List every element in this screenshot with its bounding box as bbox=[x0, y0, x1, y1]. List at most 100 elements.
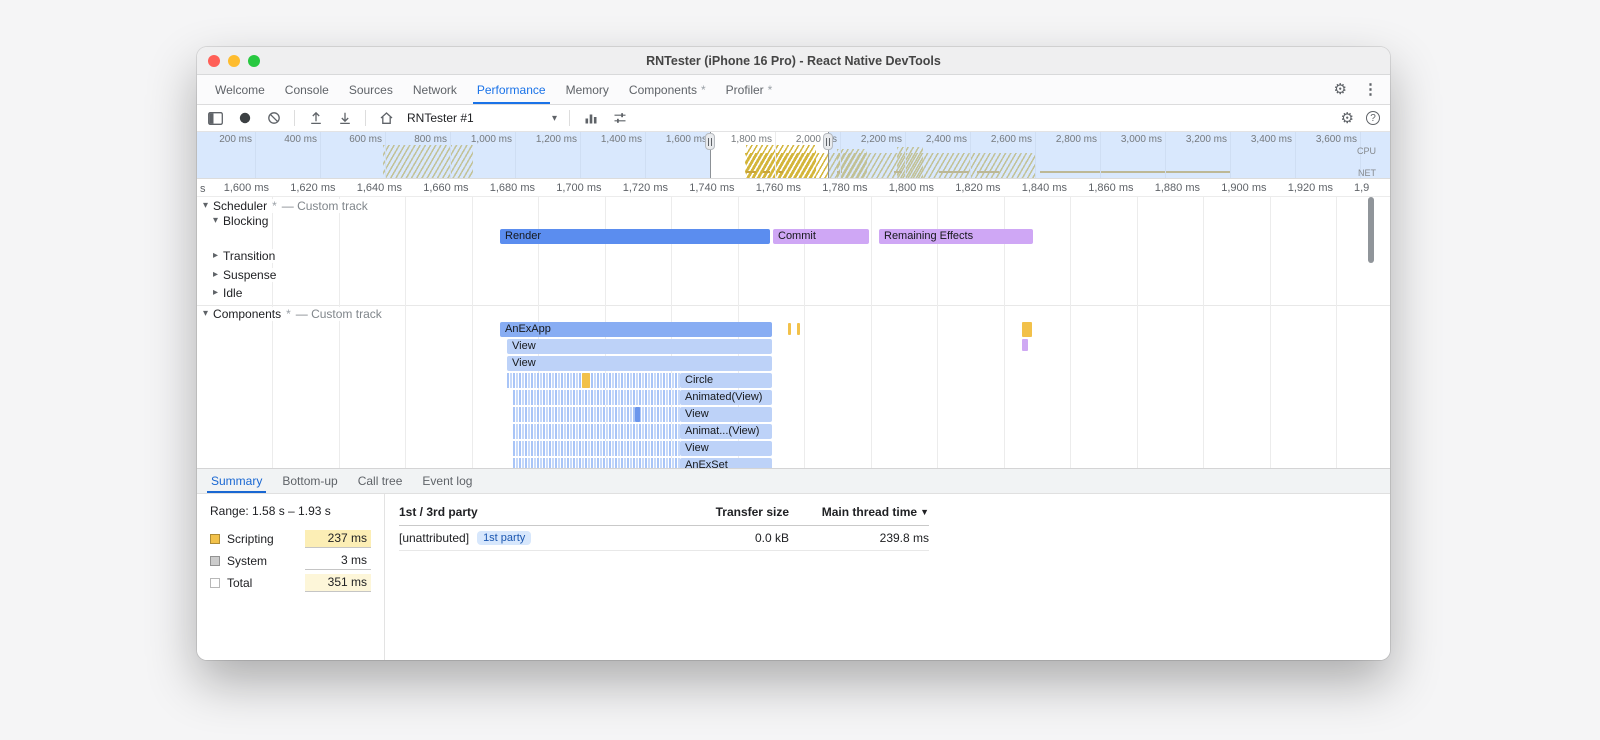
legend-row-total: Total 351 ms bbox=[210, 572, 371, 594]
flame-micro-slices[interactable] bbox=[513, 390, 680, 405]
tab-welcome[interactable]: Welcome bbox=[205, 75, 275, 104]
vertical-scrollbar[interactable] bbox=[1368, 197, 1374, 263]
table-header: 1st / 3rd party Transfer size Main threa… bbox=[399, 502, 929, 526]
drag-grip-icon[interactable] bbox=[705, 133, 715, 150]
late-effect-block[interactable] bbox=[1022, 339, 1028, 351]
detail-tab-bottom-up[interactable]: Bottom-up bbox=[272, 469, 347, 493]
late-scripting-block[interactable] bbox=[1022, 322, 1032, 337]
flame-chart[interactable]: ▾ Scheduler * — Custom track Render Comm… bbox=[197, 197, 1390, 468]
scripting-tick[interactable] bbox=[788, 323, 791, 335]
highlighted-slice[interactable] bbox=[635, 407, 640, 422]
tab-components[interactable]: Components * bbox=[619, 75, 716, 104]
legend-value: 3 ms bbox=[305, 552, 371, 570]
save-profile-button[interactable] bbox=[336, 110, 353, 127]
track-scheduler[interactable]: ▾ Scheduler * — Custom track bbox=[199, 199, 372, 213]
flame-bar-animated-view-2[interactable]: Animat...(View) bbox=[680, 424, 772, 439]
overview-tick-label: 3,000 ms bbox=[1120, 134, 1162, 145]
toggle-sidebar-button[interactable] bbox=[207, 110, 224, 127]
overview-tick-label: 2,200 ms bbox=[860, 134, 902, 145]
tab-profiler[interactable]: Profiler * bbox=[716, 75, 783, 104]
flame-bar-view[interactable]: View bbox=[507, 339, 772, 354]
detail-tab-event-log[interactable]: Event log bbox=[412, 469, 482, 493]
drag-grip-icon[interactable] bbox=[823, 133, 833, 150]
track-row-label: Blocking bbox=[223, 214, 269, 228]
commit-phase-bar[interactable]: Commit bbox=[773, 229, 869, 244]
clear-button[interactable] bbox=[265, 110, 282, 127]
flame-bar-anexapp[interactable]: AnExApp bbox=[500, 322, 772, 337]
legend-value: 237 ms bbox=[305, 530, 371, 548]
flame-bar-circle[interactable]: Circle bbox=[680, 373, 772, 388]
detail-tab-call-tree[interactable]: Call tree bbox=[348, 469, 413, 493]
ruler-tick-label: 1,600 ms bbox=[223, 182, 269, 194]
track-row-suspense[interactable]: ▸ Suspense bbox=[209, 268, 281, 282]
overview-tick-label: 1,000 ms bbox=[470, 134, 512, 145]
ruler-tick-label: 1,740 ms bbox=[689, 182, 735, 194]
tab-console[interactable]: Console bbox=[275, 75, 339, 104]
col-main-thread-time-label: Main thread time bbox=[821, 505, 918, 519]
live-metrics-home-button[interactable] bbox=[378, 110, 395, 127]
tabbar-actions: ⚙ ⋮ bbox=[1334, 75, 1378, 104]
devtools-window: RNTester (iPhone 16 Pro) - React Native … bbox=[197, 47, 1390, 660]
tab-performance[interactable]: Performance bbox=[467, 75, 556, 104]
collapse-icon: ▾ bbox=[203, 308, 209, 319]
tab-label: Sources bbox=[348, 82, 393, 97]
legend-label: Scripting bbox=[227, 532, 274, 546]
timeline-overview[interactable]: CPU NET 200 ms 400 ms 600 ms 800 ms 1,000 ms… bbox=[197, 132, 1390, 179]
detail-tab-summary[interactable]: Summary bbox=[201, 469, 272, 493]
chart-gridline bbox=[1269, 197, 1271, 468]
scripting-slice[interactable] bbox=[582, 373, 590, 388]
first-party-chip[interactable]: 1st party bbox=[477, 531, 532, 545]
overview-tick-label: 2,400 ms bbox=[925, 134, 967, 145]
track-row-transition[interactable]: ▸ Transition bbox=[209, 249, 280, 263]
flame-micro-slices[interactable] bbox=[513, 441, 680, 456]
col-main-thread-time-header[interactable]: Main thread time ▼ bbox=[789, 505, 929, 519]
tab-label: Performance bbox=[476, 82, 546, 97]
flame-bar-anexset[interactable]: AnExSet bbox=[680, 458, 772, 468]
toggle-panel-icon bbox=[208, 111, 223, 125]
ruler-tick-label: 1,720 ms bbox=[622, 182, 668, 194]
track-components[interactable]: ▾ Components * — Custom track bbox=[199, 307, 386, 321]
flame-micro-slices[interactable] bbox=[513, 407, 680, 422]
tab-network[interactable]: Network bbox=[403, 75, 467, 104]
flame-bar-view[interactable]: View bbox=[680, 441, 772, 456]
flame-bar-view[interactable]: View bbox=[507, 356, 772, 371]
flame-micro-slices[interactable] bbox=[513, 424, 680, 439]
tab-label: Bottom-up bbox=[282, 474, 338, 488]
close-window-button[interactable] bbox=[208, 55, 220, 67]
minimize-window-button[interactable] bbox=[228, 55, 240, 67]
zoom-window-button[interactable] bbox=[248, 55, 260, 67]
record-icon bbox=[239, 112, 250, 124]
net-activity bbox=[746, 171, 756, 173]
flame-bar-view[interactable]: View bbox=[680, 407, 772, 422]
track-row-label: Suspense bbox=[223, 268, 277, 282]
tab-label: Network bbox=[412, 82, 457, 97]
help-button[interactable]: ? bbox=[1366, 111, 1380, 125]
load-profile-button[interactable] bbox=[307, 110, 324, 127]
tune-icon bbox=[614, 113, 625, 123]
ruler-tick-label: 1,920 ms bbox=[1287, 182, 1333, 194]
tab-sources[interactable]: Sources bbox=[339, 75, 403, 104]
scripting-tick[interactable] bbox=[797, 323, 800, 335]
track-row-blocking[interactable]: ▾ Blocking bbox=[209, 214, 273, 228]
settings-gear-icon[interactable]: ⚙ bbox=[1334, 82, 1347, 97]
tab-memory[interactable]: Memory bbox=[556, 75, 619, 104]
timeline-ruler[interactable]: s 1,600 ms 1,620 ms 1,640 ms 1,660 ms 1,680 … bbox=[197, 179, 1390, 197]
render-phase-bar[interactable]: Render bbox=[500, 229, 770, 244]
remaining-effects-bar[interactable]: Remaining Effects bbox=[879, 229, 1033, 244]
chevron-down-icon: ▾ bbox=[551, 112, 557, 124]
legend-row-system: System 3 ms bbox=[210, 550, 371, 572]
track-separator bbox=[197, 305, 1390, 306]
target-select[interactable]: RNTester #1 ▾ bbox=[407, 111, 557, 125]
col-transfer-size-header[interactable]: Transfer size bbox=[649, 505, 789, 519]
net-activity bbox=[779, 171, 783, 173]
record-button[interactable] bbox=[236, 110, 253, 127]
flame-micro-slices[interactable] bbox=[507, 373, 680, 388]
capture-settings-button[interactable] bbox=[611, 110, 628, 127]
party-table: 1st / 3rd party Transfer size Main threa… bbox=[399, 502, 929, 551]
track-row-idle[interactable]: ▸ Idle bbox=[209, 286, 247, 300]
flame-micro-slices[interactable] bbox=[513, 458, 680, 468]
stats-button[interactable] bbox=[582, 110, 599, 127]
panel-settings-gear-icon[interactable]: ⚙ bbox=[1341, 111, 1354, 126]
more-menu-icon[interactable]: ⋮ bbox=[1363, 82, 1378, 97]
flame-bar-animated-view[interactable]: Animated(View) bbox=[680, 390, 772, 405]
